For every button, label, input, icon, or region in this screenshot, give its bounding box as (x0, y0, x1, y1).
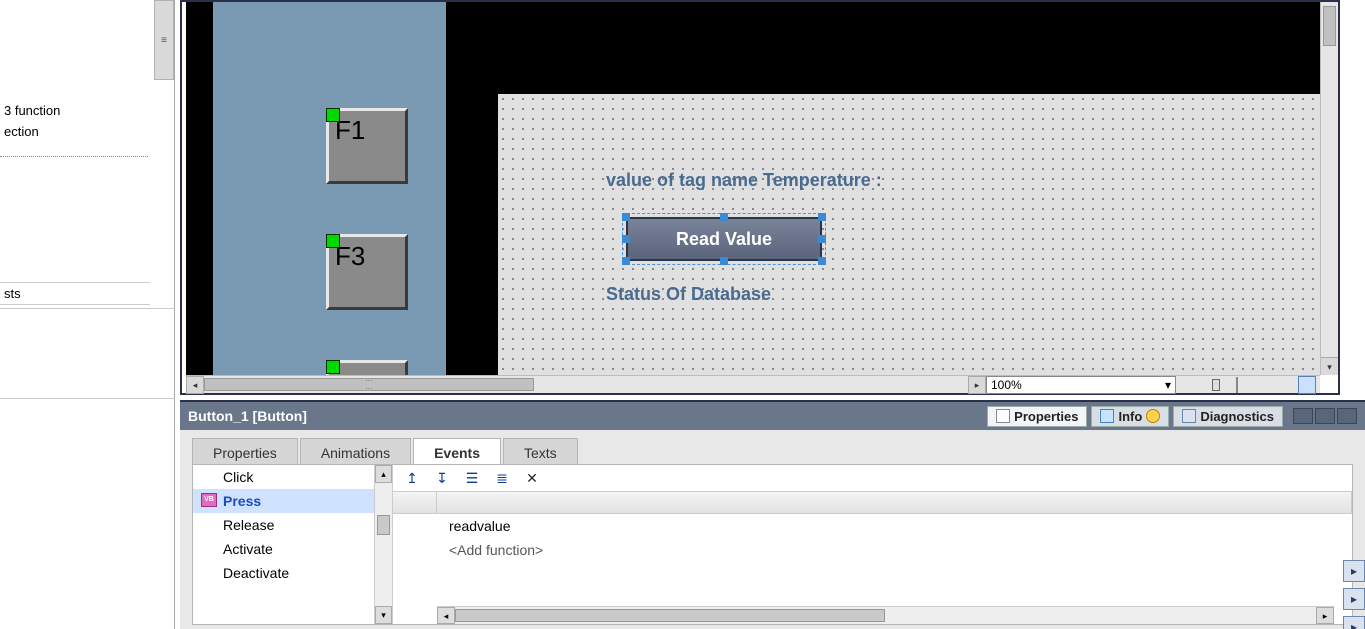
rtab-label: Diagnostics (1200, 409, 1274, 424)
function-key-rail (186, 2, 446, 375)
function-grid-hscroll[interactable]: ◂ ▸ (437, 606, 1334, 624)
fkey-f5[interactable] (326, 360, 408, 375)
move-down-icon[interactable]: ↧ (433, 469, 451, 487)
scroll-up-icon[interactable]: ▴ (375, 465, 392, 483)
event-item-release[interactable]: Release (193, 513, 392, 537)
scroll-left-icon[interactable]: ◂ (437, 607, 455, 624)
event-list: Click VB Press Release Activate Deactiva… (193, 465, 393, 624)
scroll-right-icon[interactable]: ▸ (1316, 607, 1334, 624)
info-icon (1100, 409, 1114, 423)
delete-icon[interactable]: ✕ (523, 469, 541, 487)
function-grid-header (393, 492, 1352, 514)
inspector-body: Click VB Press Release Activate Deactiva… (192, 464, 1353, 625)
flyout-handle[interactable]: ▸ (1343, 588, 1365, 610)
editor-vertical-scrollbar[interactable]: ▾ (1320, 2, 1338, 375)
flyout-handle[interactable]: ▸ (1343, 616, 1365, 629)
indent-icon[interactable]: ≣ (493, 469, 511, 487)
label-db-status: Status Of Database (606, 284, 771, 305)
event-item-click[interactable]: Click (193, 465, 392, 489)
move-up-icon[interactable]: ↥ (403, 469, 421, 487)
inspector-panel: Button_1 [Button] Properties Info Diagno… (180, 400, 1365, 629)
script-icon: VB (201, 493, 217, 507)
fkey-indicator-icon (326, 108, 340, 122)
editor-horizontal-scrollbar: ◂ ▸ 100% ▾ (186, 375, 1320, 393)
resize-handle-icon[interactable] (818, 257, 826, 265)
tab-texts[interactable]: Texts (503, 438, 578, 467)
scroll-thumb[interactable] (204, 378, 534, 391)
editor-viewport[interactable]: F1 F3 value of tag name Temperature : Re… (186, 2, 1320, 375)
resize-handle-icon[interactable] (818, 213, 826, 221)
add-function-placeholder: <Add function> (437, 542, 1352, 558)
add-row-icon[interactable]: ☰ (463, 469, 481, 487)
function-grid: readvalue <Add function> ◂ ▸ (393, 491, 1352, 624)
fit-to-window-icon[interactable] (1298, 376, 1316, 394)
flyout-handle[interactable]: ▸ (1343, 560, 1365, 582)
left-item-list: 3 function ection (0, 100, 150, 142)
event-item-deactivate[interactable]: Deactivate (193, 561, 392, 585)
diagnostics-icon (1182, 409, 1196, 423)
event-item-press[interactable]: VB Press (193, 489, 392, 513)
rtab-label: Info (1118, 409, 1142, 424)
inspector-tabbar: Properties Animations Events Texts (192, 438, 580, 467)
scroll-down-icon[interactable]: ▾ (1321, 357, 1338, 375)
zoom-combobox[interactable]: 100% ▾ (986, 376, 1176, 394)
resize-handle-icon[interactable] (818, 235, 826, 243)
window-restore-button[interactable] (1337, 408, 1357, 424)
left-item[interactable]: 3 function (0, 100, 150, 121)
inspector-object-title: Button_1 [Button] (188, 408, 307, 424)
inspector-rtab-properties[interactable]: Properties (987, 406, 1087, 427)
fkey-indicator-icon (326, 234, 340, 248)
scroll-track[interactable] (204, 376, 968, 393)
resize-handle-icon[interactable] (622, 235, 630, 243)
event-list-scrollbar[interactable]: ▴ ▾ (374, 465, 392, 624)
rtab-label: Properties (1014, 409, 1078, 424)
resize-handle-icon[interactable] (720, 213, 728, 221)
window-layout-button[interactable] (1293, 408, 1313, 424)
function-add-row[interactable]: <Add function> (393, 538, 1352, 562)
label-tag-value: value of tag name Temperature : (606, 170, 882, 191)
inspector-rtab-info[interactable]: Info (1091, 406, 1169, 427)
zoom-value: 100% (991, 378, 1022, 392)
fkey-f1[interactable]: F1 (326, 108, 408, 184)
inspector-rtab-diagnostics[interactable]: Diagnostics (1173, 406, 1283, 427)
fkey-indicator-icon (326, 360, 340, 374)
window-minimize-button[interactable] (1315, 408, 1335, 424)
scroll-down-icon[interactable]: ▾ (375, 606, 392, 624)
resize-handle-icon[interactable] (622, 213, 630, 221)
resize-handle-icon[interactable] (720, 257, 728, 265)
screen-editor: F1 F3 value of tag name Temperature : Re… (180, 0, 1340, 395)
scroll-thumb[interactable] (1323, 6, 1336, 46)
tab-properties[interactable]: Properties (192, 438, 298, 467)
scroll-right-icon[interactable]: ▸ (968, 376, 986, 394)
function-toolbar: ↥ ↧ ☰ ≣ ✕ (393, 465, 1352, 491)
slider-knob[interactable] (1212, 379, 1220, 391)
left-side-panel: ≡ 3 function ection sts (0, 0, 175, 629)
inspector-window-buttons (1293, 408, 1357, 424)
info-badge-icon (1146, 409, 1160, 423)
event-label: Press (223, 493, 261, 509)
chevron-down-icon: ▾ (1165, 378, 1171, 392)
read-value-button-selection[interactable]: Read Value (626, 217, 822, 261)
function-row[interactable]: readvalue (393, 514, 1352, 538)
scroll-left-icon[interactable]: ◂ (186, 376, 204, 394)
scroll-thumb[interactable] (377, 515, 390, 535)
tab-events[interactable]: Events (413, 438, 501, 467)
scroll-thumb[interactable] (455, 609, 885, 622)
panel-grip-icon[interactable]: ≡ (154, 0, 174, 80)
resize-handle-icon[interactable] (622, 257, 630, 265)
event-item-activate[interactable]: Activate (193, 537, 392, 561)
tab-animations[interactable]: Animations (300, 438, 411, 467)
inspector-header: Button_1 [Button] Properties Info Diagno… (180, 402, 1365, 430)
function-list-area: ↥ ↧ ☰ ≣ ✕ readvalue <Add function> (393, 465, 1352, 624)
fkey-f3[interactable]: F3 (326, 234, 408, 310)
left-item[interactable]: ection (0, 121, 150, 142)
properties-icon (996, 409, 1010, 423)
function-name: readvalue (437, 518, 1352, 534)
left-section-label: sts (0, 282, 150, 305)
zoom-slider[interactable] (1182, 377, 1292, 393)
